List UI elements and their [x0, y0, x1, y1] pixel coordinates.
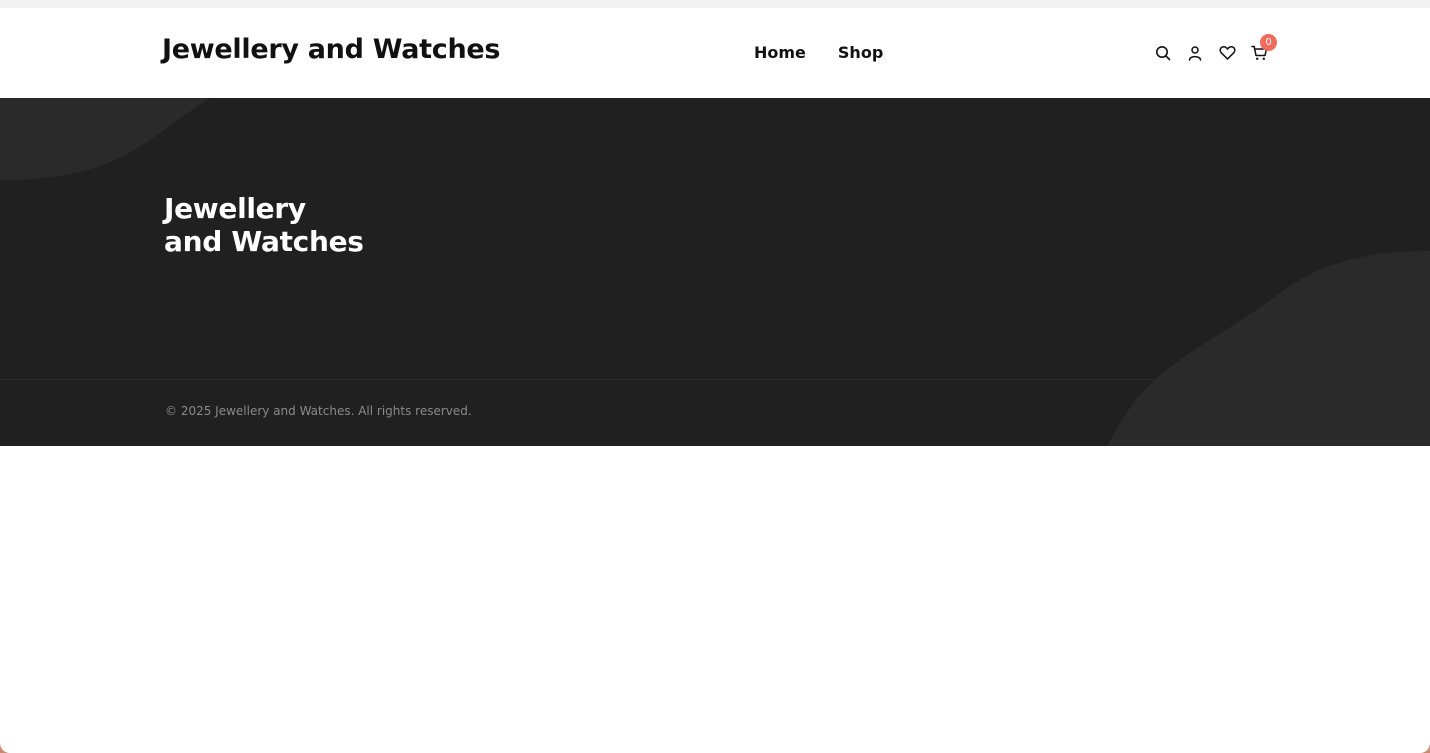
user-icon[interactable] [1186, 44, 1204, 62]
copyright-text: © 2025 Jewellery and Watches. All rights… [165, 404, 472, 418]
top-strip [0, 0, 1430, 8]
hero-title: Jewellery and Watches [164, 192, 364, 258]
cart-icon[interactable]: 0 [1250, 34, 1277, 62]
page: Jewellery and Watches Home Shop 0 Jewell… [0, 0, 1430, 753]
hero-banner: Jewellery and Watches © 2025 Jewellery a… [0, 98, 1430, 446]
heart-icon[interactable] [1218, 44, 1236, 62]
nav-home-link[interactable]: Home [754, 43, 806, 62]
main-nav: Home Shop [754, 43, 883, 62]
cart-count-badge: 0 [1260, 34, 1277, 51]
footer-divider [0, 379, 1430, 380]
site-header: Jewellery and Watches Home Shop 0 [0, 8, 1430, 98]
header-icons: 0 [1154, 34, 1277, 62]
site-logo[interactable]: Jewellery and Watches [162, 34, 500, 65]
decorative-blob-shapes [0, 98, 1430, 446]
nav-shop-link[interactable]: Shop [838, 43, 883, 62]
search-icon[interactable] [1154, 44, 1172, 62]
